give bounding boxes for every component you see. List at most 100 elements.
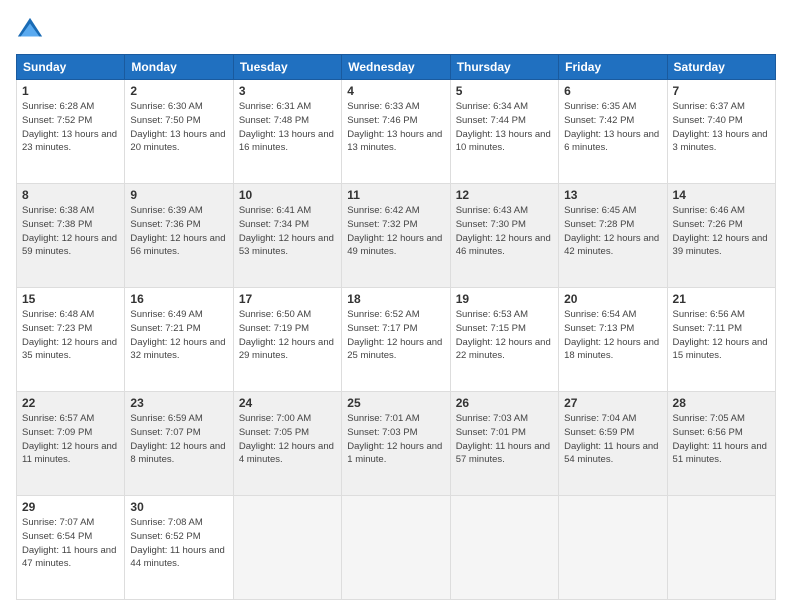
day-info: Sunrise: 6:57 AMSunset: 7:09 PMDaylight:…	[22, 413, 117, 465]
day-number: 27	[564, 396, 661, 410]
table-row: 20 Sunrise: 6:54 AMSunset: 7:13 PMDaylig…	[559, 288, 667, 392]
day-number: 24	[239, 396, 336, 410]
table-row: 12 Sunrise: 6:43 AMSunset: 7:30 PMDaylig…	[450, 184, 558, 288]
day-info: Sunrise: 6:46 AMSunset: 7:26 PMDaylight:…	[673, 205, 768, 257]
day-info: Sunrise: 7:05 AMSunset: 6:56 PMDaylight:…	[673, 413, 767, 465]
table-row: 21 Sunrise: 6:56 AMSunset: 7:11 PMDaylig…	[667, 288, 775, 392]
table-row	[559, 496, 667, 600]
table-row: 27 Sunrise: 7:04 AMSunset: 6:59 PMDaylig…	[559, 392, 667, 496]
day-number: 4	[347, 84, 444, 98]
day-number: 25	[347, 396, 444, 410]
table-row: 15 Sunrise: 6:48 AMSunset: 7:23 PMDaylig…	[17, 288, 125, 392]
header	[16, 16, 776, 44]
day-number: 14	[673, 188, 770, 202]
day-number: 19	[456, 292, 553, 306]
day-info: Sunrise: 6:28 AMSunset: 7:52 PMDaylight:…	[22, 101, 117, 153]
day-info: Sunrise: 6:54 AMSunset: 7:13 PMDaylight:…	[564, 309, 659, 361]
day-info: Sunrise: 6:49 AMSunset: 7:21 PMDaylight:…	[130, 309, 225, 361]
day-info: Sunrise: 6:35 AMSunset: 7:42 PMDaylight:…	[564, 101, 659, 153]
table-row: 24 Sunrise: 7:00 AMSunset: 7:05 PMDaylig…	[233, 392, 341, 496]
day-number: 12	[456, 188, 553, 202]
day-number: 2	[130, 84, 227, 98]
day-number: 20	[564, 292, 661, 306]
table-row: 23 Sunrise: 6:59 AMSunset: 7:07 PMDaylig…	[125, 392, 233, 496]
day-info: Sunrise: 6:50 AMSunset: 7:19 PMDaylight:…	[239, 309, 334, 361]
day-number: 11	[347, 188, 444, 202]
calendar-week-row: 1 Sunrise: 6:28 AMSunset: 7:52 PMDayligh…	[17, 80, 776, 184]
day-info: Sunrise: 6:43 AMSunset: 7:30 PMDaylight:…	[456, 205, 551, 257]
day-info: Sunrise: 6:38 AMSunset: 7:38 PMDaylight:…	[22, 205, 117, 257]
table-row: 4 Sunrise: 6:33 AMSunset: 7:46 PMDayligh…	[342, 80, 450, 184]
day-number: 8	[22, 188, 119, 202]
table-row: 22 Sunrise: 6:57 AMSunset: 7:09 PMDaylig…	[17, 392, 125, 496]
table-row: 11 Sunrise: 6:42 AMSunset: 7:32 PMDaylig…	[342, 184, 450, 288]
calendar-week-row: 22 Sunrise: 6:57 AMSunset: 7:09 PMDaylig…	[17, 392, 776, 496]
day-number: 22	[22, 396, 119, 410]
table-row: 16 Sunrise: 6:49 AMSunset: 7:21 PMDaylig…	[125, 288, 233, 392]
table-row: 29 Sunrise: 7:07 AMSunset: 6:54 PMDaylig…	[17, 496, 125, 600]
day-number: 10	[239, 188, 336, 202]
day-number: 29	[22, 500, 119, 514]
day-number: 17	[239, 292, 336, 306]
table-row: 9 Sunrise: 6:39 AMSunset: 7:36 PMDayligh…	[125, 184, 233, 288]
table-row: 17 Sunrise: 6:50 AMSunset: 7:19 PMDaylig…	[233, 288, 341, 392]
day-info: Sunrise: 7:08 AMSunset: 6:52 PMDaylight:…	[130, 517, 224, 569]
calendar-week-row: 29 Sunrise: 7:07 AMSunset: 6:54 PMDaylig…	[17, 496, 776, 600]
table-row: 25 Sunrise: 7:01 AMSunset: 7:03 PMDaylig…	[342, 392, 450, 496]
header-thursday: Thursday	[450, 55, 558, 80]
table-row	[667, 496, 775, 600]
day-info: Sunrise: 7:04 AMSunset: 6:59 PMDaylight:…	[564, 413, 658, 465]
day-info: Sunrise: 6:37 AMSunset: 7:40 PMDaylight:…	[673, 101, 768, 153]
logo	[16, 16, 48, 44]
table-row: 1 Sunrise: 6:28 AMSunset: 7:52 PMDayligh…	[17, 80, 125, 184]
header-wednesday: Wednesday	[342, 55, 450, 80]
day-number: 16	[130, 292, 227, 306]
day-info: Sunrise: 6:56 AMSunset: 7:11 PMDaylight:…	[673, 309, 768, 361]
day-info: Sunrise: 6:52 AMSunset: 7:17 PMDaylight:…	[347, 309, 442, 361]
logo-icon	[16, 16, 44, 44]
header-tuesday: Tuesday	[233, 55, 341, 80]
day-info: Sunrise: 6:48 AMSunset: 7:23 PMDaylight:…	[22, 309, 117, 361]
calendar: Sunday Monday Tuesday Wednesday Thursday…	[16, 54, 776, 600]
header-monday: Monday	[125, 55, 233, 80]
day-number: 30	[130, 500, 227, 514]
day-info: Sunrise: 6:30 AMSunset: 7:50 PMDaylight:…	[130, 101, 225, 153]
header-friday: Friday	[559, 55, 667, 80]
calendar-week-row: 15 Sunrise: 6:48 AMSunset: 7:23 PMDaylig…	[17, 288, 776, 392]
table-row: 26 Sunrise: 7:03 AMSunset: 7:01 PMDaylig…	[450, 392, 558, 496]
page: Sunday Monday Tuesday Wednesday Thursday…	[0, 0, 792, 612]
day-number: 1	[22, 84, 119, 98]
table-row: 3 Sunrise: 6:31 AMSunset: 7:48 PMDayligh…	[233, 80, 341, 184]
header-sunday: Sunday	[17, 55, 125, 80]
table-row: 5 Sunrise: 6:34 AMSunset: 7:44 PMDayligh…	[450, 80, 558, 184]
day-info: Sunrise: 6:45 AMSunset: 7:28 PMDaylight:…	[564, 205, 659, 257]
day-number: 28	[673, 396, 770, 410]
day-info: Sunrise: 7:01 AMSunset: 7:03 PMDaylight:…	[347, 413, 442, 465]
table-row: 14 Sunrise: 6:46 AMSunset: 7:26 PMDaylig…	[667, 184, 775, 288]
day-number: 7	[673, 84, 770, 98]
table-row: 13 Sunrise: 6:45 AMSunset: 7:28 PMDaylig…	[559, 184, 667, 288]
day-number: 26	[456, 396, 553, 410]
table-row: 7 Sunrise: 6:37 AMSunset: 7:40 PMDayligh…	[667, 80, 775, 184]
table-row: 28 Sunrise: 7:05 AMSunset: 6:56 PMDaylig…	[667, 392, 775, 496]
day-info: Sunrise: 6:53 AMSunset: 7:15 PMDaylight:…	[456, 309, 551, 361]
table-row: 10 Sunrise: 6:41 AMSunset: 7:34 PMDaylig…	[233, 184, 341, 288]
day-number: 3	[239, 84, 336, 98]
day-info: Sunrise: 6:41 AMSunset: 7:34 PMDaylight:…	[239, 205, 334, 257]
table-row: 8 Sunrise: 6:38 AMSunset: 7:38 PMDayligh…	[17, 184, 125, 288]
table-row: 18 Sunrise: 6:52 AMSunset: 7:17 PMDaylig…	[342, 288, 450, 392]
day-number: 21	[673, 292, 770, 306]
day-info: Sunrise: 6:39 AMSunset: 7:36 PMDaylight:…	[130, 205, 225, 257]
table-row: 2 Sunrise: 6:30 AMSunset: 7:50 PMDayligh…	[125, 80, 233, 184]
header-saturday: Saturday	[667, 55, 775, 80]
day-number: 15	[22, 292, 119, 306]
table-row	[342, 496, 450, 600]
day-number: 9	[130, 188, 227, 202]
day-number: 5	[456, 84, 553, 98]
day-info: Sunrise: 6:42 AMSunset: 7:32 PMDaylight:…	[347, 205, 442, 257]
day-info: Sunrise: 6:33 AMSunset: 7:46 PMDaylight:…	[347, 101, 442, 153]
day-number: 6	[564, 84, 661, 98]
table-row	[233, 496, 341, 600]
day-info: Sunrise: 7:00 AMSunset: 7:05 PMDaylight:…	[239, 413, 334, 465]
table-row: 6 Sunrise: 6:35 AMSunset: 7:42 PMDayligh…	[559, 80, 667, 184]
